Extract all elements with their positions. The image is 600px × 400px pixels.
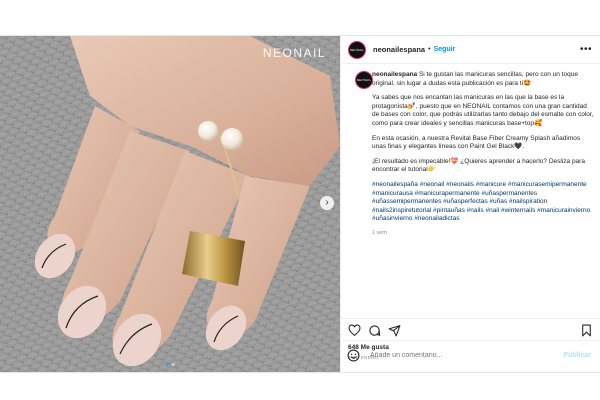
caption-avatar[interactable]: NEONAIL	[355, 71, 373, 89]
brand-watermark: NEONAIL	[262, 46, 326, 60]
comment-bar: Publicar	[340, 340, 600, 370]
carousel-dot	[165, 363, 169, 366]
caption-timestamp: 1 sem	[372, 229, 387, 236]
emoji-icon[interactable]	[347, 349, 360, 362]
comment-input[interactable]	[368, 351, 564, 360]
carousel-dot	[171, 363, 175, 366]
action-bar	[341, 318, 600, 341]
heart-icon[interactable]	[348, 324, 361, 337]
post-side-panel: NEONAIL neonailespana • Seguir ••• NEONA…	[340, 36, 600, 372]
share-icon[interactable]	[388, 324, 401, 337]
instagram-post: NEONAIL › NEONAIL neonailespana • Seguir…	[0, 35, 600, 373]
caption-username[interactable]: neonailespana	[372, 71, 417, 78]
caption: neonailespana Si te gustan las manicuras…	[372, 71, 594, 238]
caption-paragraph-4: ¡El resultado es impecable!💝 ¿Quieres ap…	[372, 157, 585, 174]
next-image-button[interactable]: ›	[320, 196, 334, 210]
avatar[interactable]: NEONAIL	[348, 40, 366, 59]
bookmark-icon[interactable]	[580, 324, 593, 337]
follow-button[interactable]: Seguir	[434, 46, 456, 53]
avatar-logo-text: NEONAIL	[349, 47, 365, 52]
carousel-indicator	[165, 363, 175, 366]
post-header: NEONAIL neonailespana • Seguir •••	[341, 36, 600, 64]
caption-scroll-area[interactable]: NEONAIL neonailespana Si te gustan las m…	[341, 66, 600, 313]
separator-dot: •	[428, 46, 431, 53]
publish-button[interactable]: Publicar	[563, 352, 591, 359]
caption-paragraph-3: En esta ocasión, a nuestra Revital Base …	[372, 134, 581, 151]
chevron-right-icon: ›	[325, 197, 329, 208]
avatar-logo-text: NEONAIL	[356, 78, 372, 82]
post-image[interactable]: NEONAIL ›	[0, 36, 340, 372]
username-link[interactable]: neonailespana	[373, 45, 425, 54]
caption-paragraph-1: neonailespana Si te gustan las manicuras…	[372, 71, 594, 88]
caption-hashtags[interactable]: #neonailespaña #neonail #neonails #manic…	[372, 181, 594, 224]
comment-icon[interactable]	[368, 324, 381, 337]
hand-photo	[0, 36, 340, 372]
caption-paragraph-2: Ya sabes que nos encantan las manicuras …	[372, 94, 594, 127]
more-options-icon[interactable]: •••	[580, 44, 592, 55]
